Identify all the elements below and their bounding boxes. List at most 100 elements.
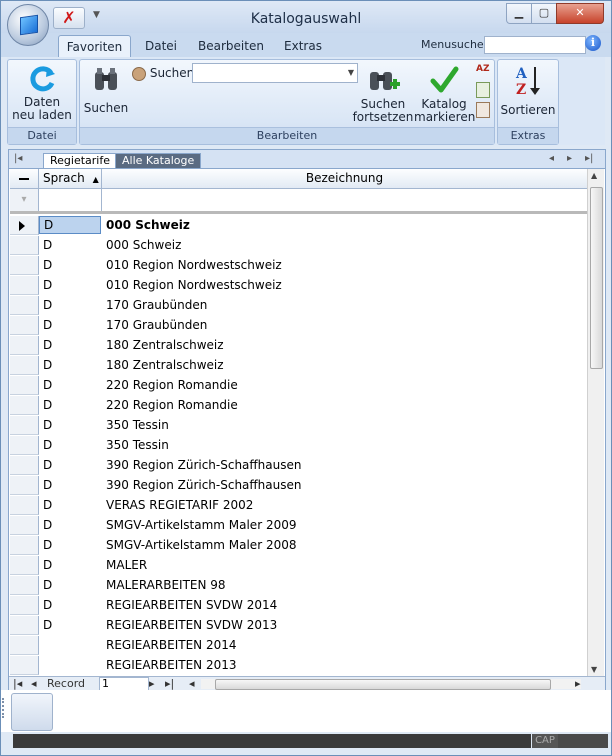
next-record-icon[interactable]: ▸: [149, 677, 155, 691]
menusuche-input[interactable]: [484, 36, 586, 54]
table-row[interactable]: D 180 Zentralschweiz: [10, 336, 587, 356]
row-selector[interactable]: [10, 656, 39, 675]
table-row[interactable]: D 170 Graubünden: [10, 316, 587, 336]
row-selector[interactable]: [10, 516, 39, 535]
cell-sprach[interactable]: D: [39, 336, 101, 354]
cell-bezeichnung[interactable]: 390 Region Zürich-Schaffhausen: [106, 456, 586, 474]
cell-sprach[interactable]: D: [39, 576, 101, 594]
table-row[interactable]: REGIEARBEITEN 2014: [10, 636, 587, 656]
cell-bezeichnung[interactable]: SMGV-Artikelstamm Maler 2008: [106, 536, 586, 554]
tab-last-icon[interactable]: ▸|: [585, 153, 593, 164]
tab-extras[interactable]: Extras: [281, 35, 325, 57]
vertical-scrollbar[interactable]: ▲ ▼: [587, 169, 604, 676]
cell-bezeichnung[interactable]: 170 Graubünden: [106, 316, 586, 334]
table-row[interactable]: D 220 Region Romandie: [10, 396, 587, 416]
suchen-fortsetzen-button[interactable]: Suchen fortsetzen: [352, 64, 414, 124]
app-orb-button[interactable]: [7, 4, 49, 46]
horizontal-scrollbar[interactable]: [201, 679, 581, 690]
row-selector[interactable]: [10, 236, 39, 255]
scroll-left-icon[interactable]: ◂: [189, 677, 195, 691]
tab-next-icon[interactable]: ▸: [567, 153, 572, 164]
column-header-bezeichnung[interactable]: Bezeichnung: [102, 169, 587, 189]
cell-sprach[interactable]: D: [39, 616, 101, 634]
cell-sprach[interactable]: D: [39, 516, 101, 534]
cell-sprach[interactable]: D: [39, 496, 101, 514]
cell-sprach[interactable]: D: [39, 236, 101, 254]
reload-data-button[interactable]: Daten neu laden: [10, 64, 74, 122]
row-selector[interactable]: [10, 296, 39, 315]
subtab-alle-kataloge[interactable]: Alle Kataloge: [115, 153, 202, 168]
table-row[interactable]: D 010 Region Nordwestschweiz: [10, 256, 587, 276]
table-row[interactable]: D 180 Zentralschweiz: [10, 356, 587, 376]
cell-bezeichnung[interactable]: 000 Schweiz: [106, 236, 586, 254]
table-row[interactable]: D REGIEARBEITEN SVDW 2014: [10, 596, 587, 616]
cell-bezeichnung[interactable]: REGIEARBEITEN 2013: [106, 656, 586, 674]
cell-sprach[interactable]: D: [39, 296, 101, 314]
cell-sprach[interactable]: D: [39, 456, 101, 474]
vertical-scroll-thumb[interactable]: [590, 187, 603, 369]
table-row[interactable]: D SMGV-Artikelstamm Maler 2008: [10, 536, 587, 556]
window-close-button[interactable]: ✕: [556, 3, 604, 24]
row-selector[interactable]: [10, 376, 39, 395]
panel-toggle-button[interactable]: [11, 693, 53, 731]
cell-sprach[interactable]: D: [39, 356, 101, 374]
cell-sprach[interactable]: [39, 636, 101, 654]
row-selector[interactable]: [10, 536, 39, 555]
cell-sprach[interactable]: D: [39, 276, 101, 294]
row-selector[interactable]: [10, 436, 39, 455]
column-header-sprach[interactable]: Sprach ▲: [39, 169, 102, 189]
cell-sprach[interactable]: D: [39, 376, 101, 394]
table-row[interactable]: D REGIEARBEITEN SVDW 2013: [10, 616, 587, 636]
table-row[interactable]: D 000 Schweiz: [10, 236, 587, 256]
table-row[interactable]: D VERAS REGIETARIF 2002: [10, 496, 587, 516]
cell-bezeichnung[interactable]: 010 Region Nordwestschweiz: [106, 276, 586, 294]
scroll-down-icon[interactable]: ▼: [591, 665, 597, 674]
cell-bezeichnung[interactable]: 170 Graubünden: [106, 296, 586, 314]
row-selector[interactable]: [10, 336, 39, 355]
record-number-input[interactable]: 1: [99, 677, 149, 691]
cell-bezeichnung[interactable]: MALER: [106, 556, 586, 574]
cell-bezeichnung[interactable]: REGIEARBEITEN SVDW 2013: [106, 616, 586, 634]
tab-prev-icon[interactable]: ◂: [549, 153, 554, 164]
horizontal-scroll-thumb[interactable]: [215, 679, 551, 690]
table-row[interactable]: REGIEARBEITEN 2013: [10, 656, 587, 676]
cell-bezeichnung[interactable]: 180 Zentralschweiz: [106, 356, 586, 374]
cell-bezeichnung[interactable]: MALERARBEITEN 98: [106, 576, 586, 594]
cell-bezeichnung[interactable]: SMGV-Artikelstamm Maler 2009: [106, 516, 586, 534]
export-icon[interactable]: [476, 82, 490, 98]
katalog-markieren-button[interactable]: Katalog markieren: [414, 64, 475, 124]
row-selector[interactable]: [10, 416, 39, 435]
cell-bezeichnung[interactable]: 390 Region Zürich-Schaffhausen: [106, 476, 586, 494]
filter-sort-icon[interactable]: AZ: [476, 64, 490, 78]
row-selector[interactable]: [10, 356, 39, 375]
cell-sprach[interactable]: D: [39, 256, 101, 274]
cell-sprach[interactable]: D: [39, 436, 101, 454]
suchen-button[interactable]: Suchen: [82, 64, 130, 115]
table-row[interactable]: D 390 Region Zürich-Schaffhausen: [10, 476, 587, 496]
table-row[interactable]: D MALER: [10, 556, 587, 576]
table-row[interactable]: D MALERARBEITEN 98: [10, 576, 587, 596]
first-tab-icon[interactable]: |◂: [14, 153, 22, 164]
cell-sprach[interactable]: D: [39, 476, 101, 494]
row-selector[interactable]: [10, 256, 39, 275]
scroll-up-icon[interactable]: ▲: [591, 171, 597, 180]
tab-favoriten[interactable]: Favoriten: [58, 35, 131, 58]
row-selector[interactable]: [10, 616, 39, 635]
row-selector[interactable]: [10, 596, 39, 615]
panel-grip-icon[interactable]: [2, 698, 8, 718]
table-row[interactable]: D 000 Schweiz: [10, 216, 587, 236]
cell-bezeichnung[interactable]: REGIEARBEITEN 2014: [106, 636, 586, 654]
column-header-selector[interactable]: [10, 169, 39, 189]
cell-sprach[interactable]: [39, 656, 101, 674]
table-row[interactable]: D 350 Tessin: [10, 436, 587, 456]
row-selector[interactable]: [10, 576, 39, 595]
table-row[interactable]: D 170 Graubünden: [10, 296, 587, 316]
scroll-right-icon[interactable]: ▸: [575, 677, 581, 691]
import-icon[interactable]: [476, 102, 490, 118]
table-row[interactable]: D 010 Region Nordwestschweiz: [10, 276, 587, 296]
cell-bezeichnung[interactable]: 220 Region Romandie: [106, 376, 586, 394]
row-selector[interactable]: [10, 476, 39, 495]
row-selector[interactable]: [10, 316, 39, 335]
sortieren-button[interactable]: A Z Sortieren: [500, 64, 556, 117]
subtab-regietarife[interactable]: Regietarife: [43, 153, 117, 168]
